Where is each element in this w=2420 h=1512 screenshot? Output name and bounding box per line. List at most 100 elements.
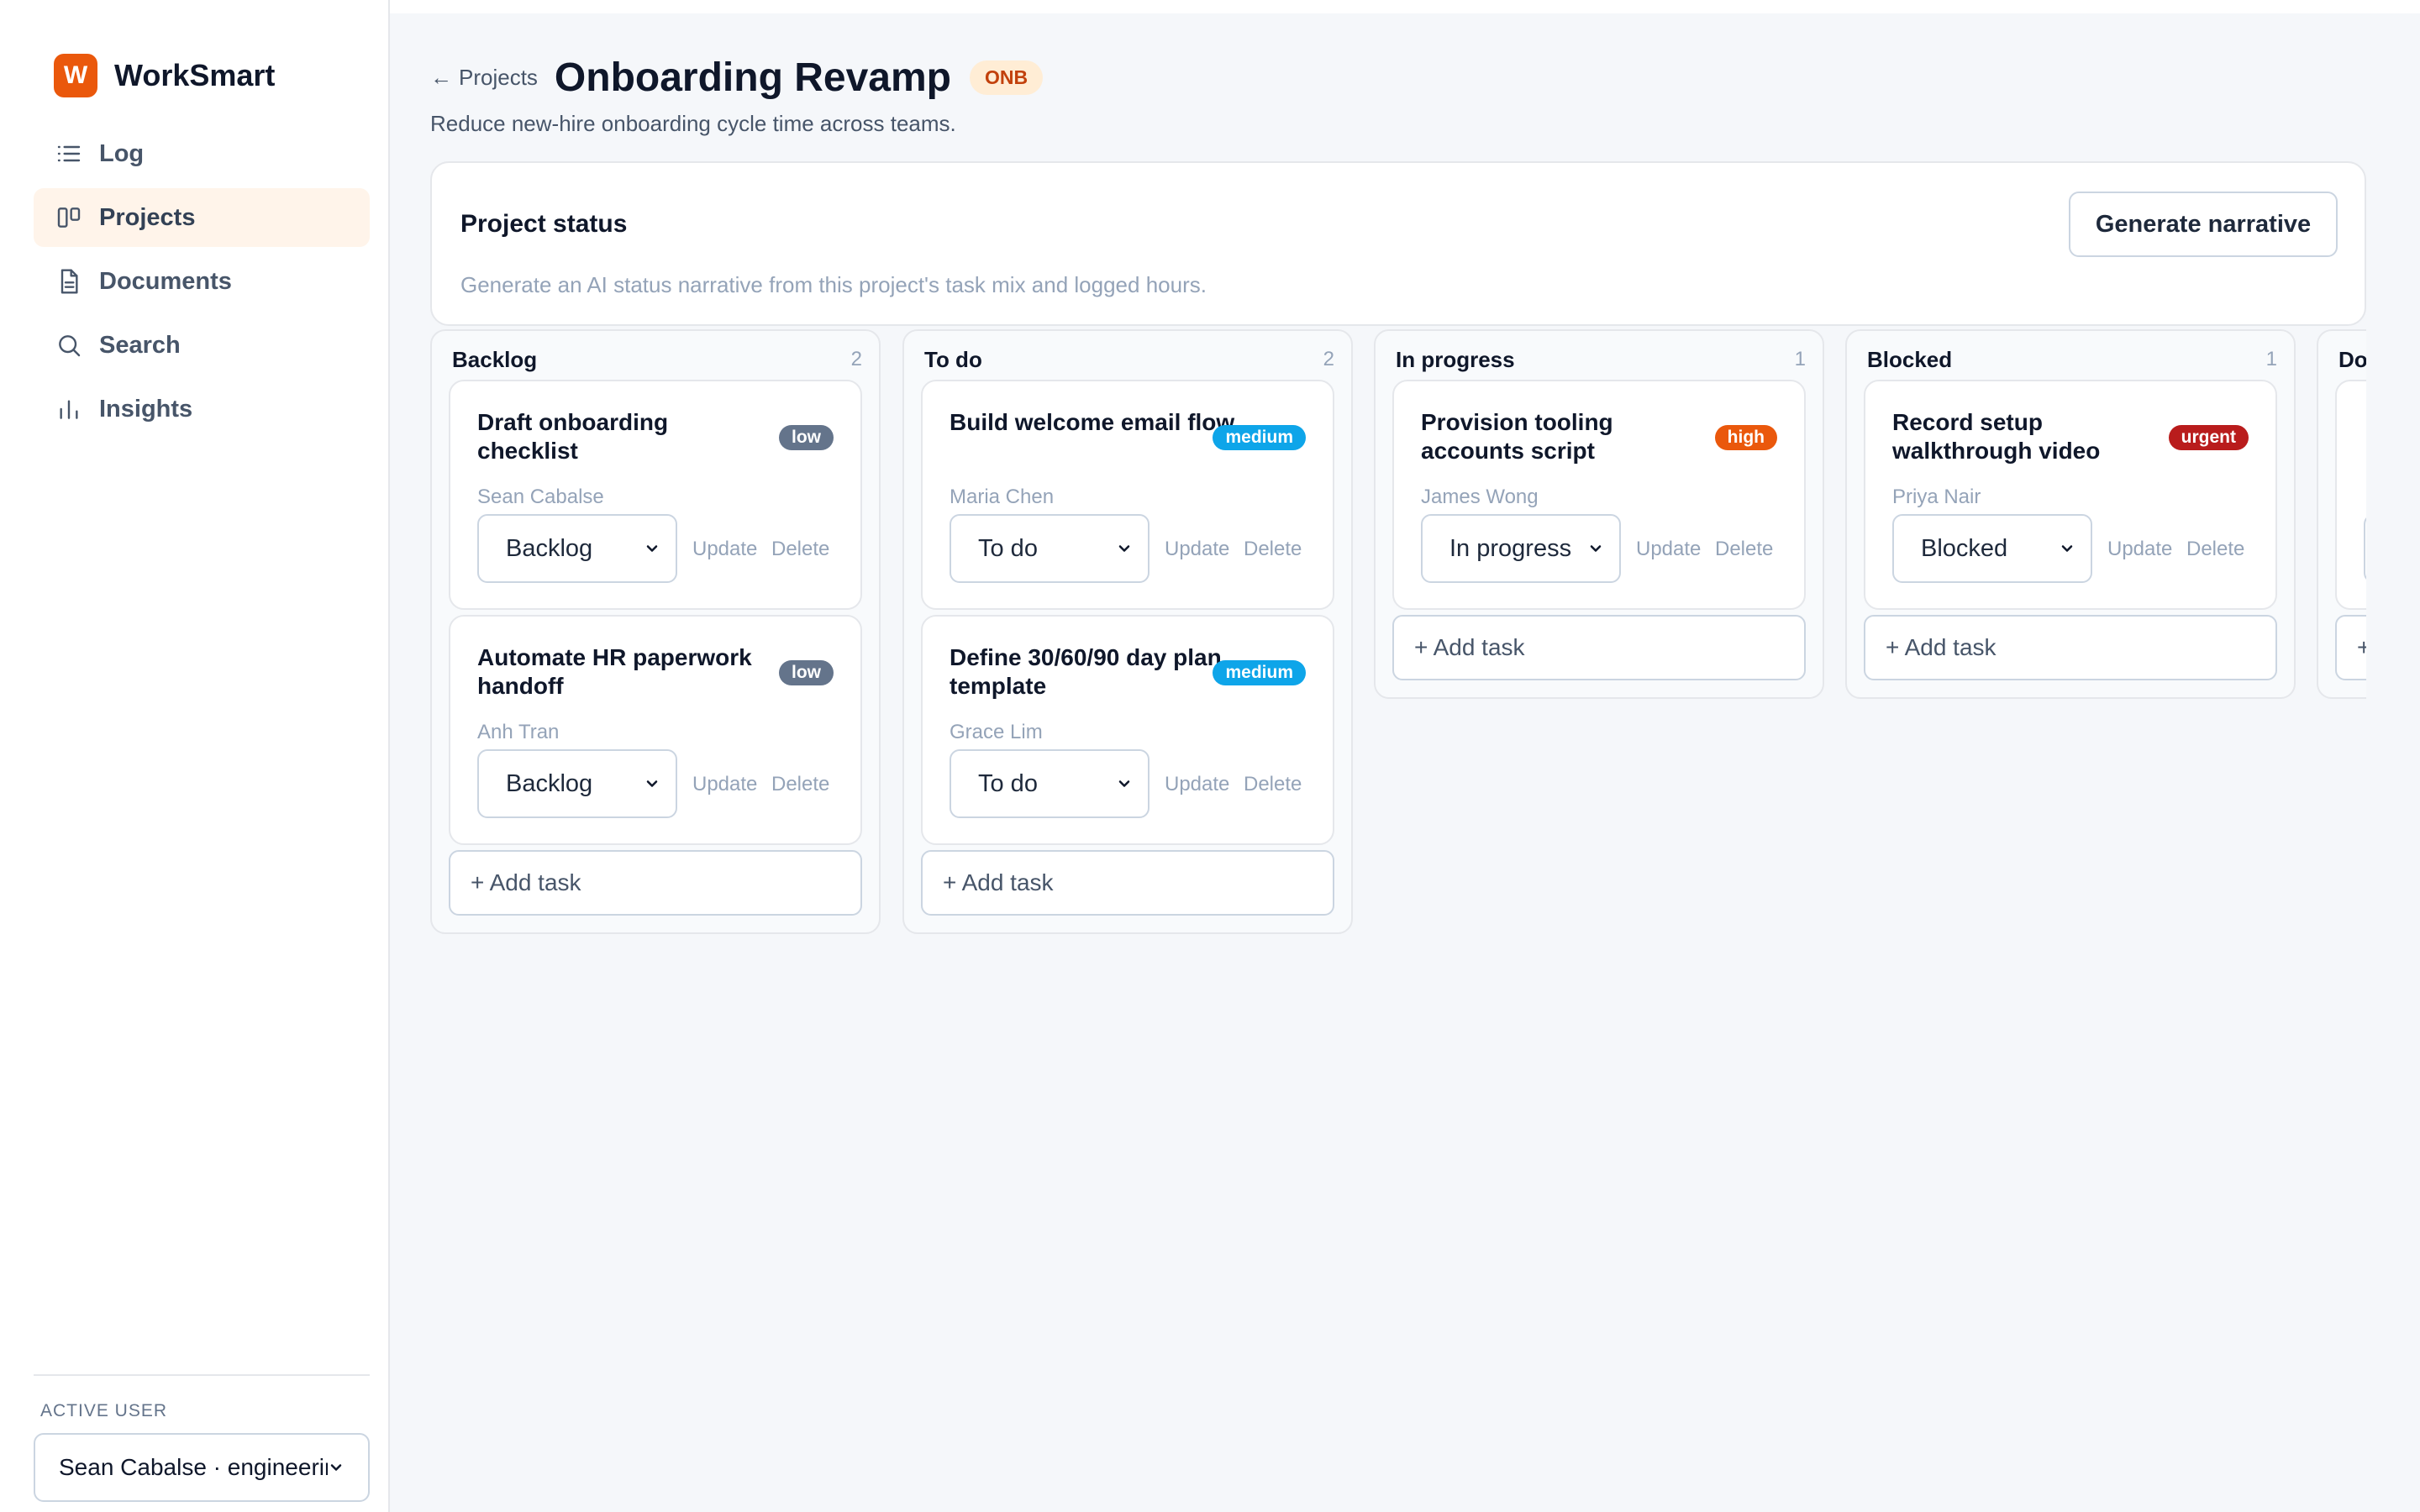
task-assignee: Priya Nair	[1892, 486, 1981, 508]
chevron-down-icon	[1118, 780, 1130, 787]
update-task-button[interactable]: Update	[2107, 538, 2172, 561]
delete-task-button[interactable]: Delete	[1715, 538, 1773, 561]
task-assignee: Grace Lim	[950, 721, 1043, 743]
column-count: 2	[850, 348, 862, 370]
add-task-button[interactable]: + Add task	[449, 850, 862, 916]
task-status-value: Backlog	[506, 534, 593, 562]
column-done: Done + Add task	[2317, 329, 2366, 699]
task-status-select[interactable]: In progress	[1421, 514, 1621, 583]
task-card[interactable]: Define 30/60/90 day plan template medium…	[921, 615, 1334, 845]
sidebar-item-search[interactable]: Search	[34, 316, 370, 375]
chevron-down-icon	[1590, 545, 1602, 552]
add-task-button[interactable]: + Add task	[2335, 615, 2366, 680]
task-title: Define 30/60/90 day plan template	[950, 644, 1222, 699]
delete-task-button[interactable]: Delete	[771, 538, 829, 561]
task-status-select[interactable]: Blocked	[1892, 514, 2092, 583]
brand[interactable]: W WorkSmart	[54, 54, 275, 97]
sidebar-item-log[interactable]: Log	[34, 124, 370, 183]
sidebar-item-projects[interactable]: Projects	[34, 188, 370, 247]
column-header: To do 2	[904, 331, 1351, 380]
chevron-down-icon	[330, 1464, 342, 1471]
task-status-select[interactable]: Backlog	[477, 749, 677, 818]
column-count: 1	[2265, 348, 2277, 370]
back-to-projects-link[interactable]: ← Projects	[430, 65, 538, 91]
kanban-board: Backlog 2 Draft onboarding checklist low…	[430, 329, 2366, 951]
column-title: In progress	[1396, 346, 1515, 372]
task-status-value: Blocked	[1921, 534, 2008, 562]
priority-badge: urgent	[2168, 425, 2249, 450]
kanban-icon	[57, 207, 81, 228]
update-task-button[interactable]: Update	[1165, 773, 1229, 796]
task-status-value: Backlog	[506, 769, 593, 797]
task-card[interactable]: Automate HR paperwork handoff low Anh Tr…	[449, 615, 862, 845]
task-status-select[interactable]: To do	[950, 514, 1150, 583]
task-title: Provision tooling accounts script	[1421, 409, 1613, 464]
add-task-button[interactable]: + Add task	[1392, 615, 1806, 680]
column-title: Done	[2338, 346, 2366, 372]
task-card[interactable]: Record setup walkthrough video urgent Pr…	[1864, 380, 2277, 610]
project-status-card: Project status Generate an AI status nar…	[430, 161, 2366, 326]
project-status-title: Project status	[460, 210, 628, 238]
column-blocked: Blocked 1 Record setup walkthrough video…	[1845, 329, 2296, 699]
task-status-select[interactable]: Backlog	[477, 514, 677, 583]
task-status-select[interactable]: To do	[950, 749, 1150, 818]
sidebar-item-insights[interactable]: Insights	[34, 380, 370, 438]
chevron-down-icon	[1118, 545, 1130, 552]
task-title: Record setup walkthrough video	[1892, 409, 2101, 464]
delete-task-button[interactable]: Delete	[771, 773, 829, 796]
task-card[interactable]: Provision tooling accounts script high J…	[1392, 380, 1806, 610]
task-card[interactable]: Build welcome email flow medium Maria Ch…	[921, 380, 1334, 610]
priority-badge: low	[779, 660, 834, 685]
update-task-button[interactable]: Update	[692, 773, 757, 796]
sidebar-item-label: Insights	[99, 395, 193, 423]
column-header: In progress 1	[1376, 331, 1823, 380]
page-header: ← Projects Onboarding Revamp ONB Reduce …	[430, 54, 1044, 137]
add-task-button[interactable]: + Add task	[921, 850, 1334, 916]
task-status-value: In progress	[1449, 534, 1572, 562]
top-strip	[390, 0, 2420, 13]
task-assignee: Maria Chen	[950, 486, 1055, 508]
column-title: Blocked	[1867, 346, 1953, 372]
priority-badge: medium	[1213, 425, 1306, 450]
add-task-button[interactable]: + Add task	[1864, 615, 2277, 680]
delete-task-button[interactable]: Delete	[2186, 538, 2244, 561]
priority-badge: high	[1714, 425, 1777, 450]
column-title: To do	[924, 346, 982, 372]
page-title: Onboarding Revamp	[554, 55, 951, 100]
update-task-button[interactable]: Update	[692, 538, 757, 561]
delete-task-button[interactable]: Delete	[1244, 538, 1302, 561]
column-header: Done	[2318, 331, 2366, 380]
column-todo: To do 2 Build welcome email flow medium …	[902, 329, 1353, 934]
task-status-select[interactable]	[2364, 514, 2366, 583]
priority-badge: low	[779, 425, 834, 450]
sidebar-item-label: Search	[99, 331, 181, 359]
sidebar-item-label: Projects	[99, 203, 196, 231]
active-user-select[interactable]: Sean Cabalse · engineering	[34, 1433, 370, 1502]
sidebar-item-label: Documents	[99, 267, 232, 295]
project-status-description: Generate an AI status narrative from thi…	[460, 272, 1207, 297]
active-user-value: Sean Cabalse · engineering	[59, 1454, 328, 1480]
project-description: Reduce new-hire onboarding cycle time ac…	[430, 111, 956, 136]
task-card[interactable]	[2335, 380, 2366, 610]
sidebar-item-label: Log	[99, 139, 145, 167]
project-code-badge: ONB	[969, 60, 1044, 95]
sidebar-nav: Log Projects Documents Search Insights	[34, 124, 370, 444]
generate-narrative-button[interactable]: Generate narrative	[2069, 192, 2338, 257]
update-task-button[interactable]: Update	[1165, 538, 1229, 561]
task-card[interactable]: Draft onboarding checklist low Sean Caba…	[449, 380, 862, 610]
brand-logo: W	[54, 54, 97, 97]
breadcrumb: ← Projects Onboarding Revamp ONB	[430, 54, 1044, 101]
column-header: Blocked 1	[1847, 331, 2294, 380]
chevron-down-icon	[646, 780, 658, 787]
active-user-block: ACTIVE USER Sean Cabalse · engineering	[34, 1374, 370, 1502]
search-icon	[59, 335, 81, 357]
column-count: 2	[1323, 348, 1334, 370]
update-task-button[interactable]: Update	[1636, 538, 1701, 561]
active-user-label: ACTIVE USER	[40, 1401, 168, 1420]
brand-name: WorkSmart	[114, 58, 276, 92]
column-count: 1	[1794, 348, 1806, 370]
delete-task-button[interactable]: Delete	[1244, 773, 1302, 796]
sidebar-item-documents[interactable]: Documents	[34, 252, 370, 311]
sidebar: W WorkSmart Log Projects Documents Searc…	[0, 0, 390, 1512]
chevron-down-icon	[2061, 545, 2073, 552]
